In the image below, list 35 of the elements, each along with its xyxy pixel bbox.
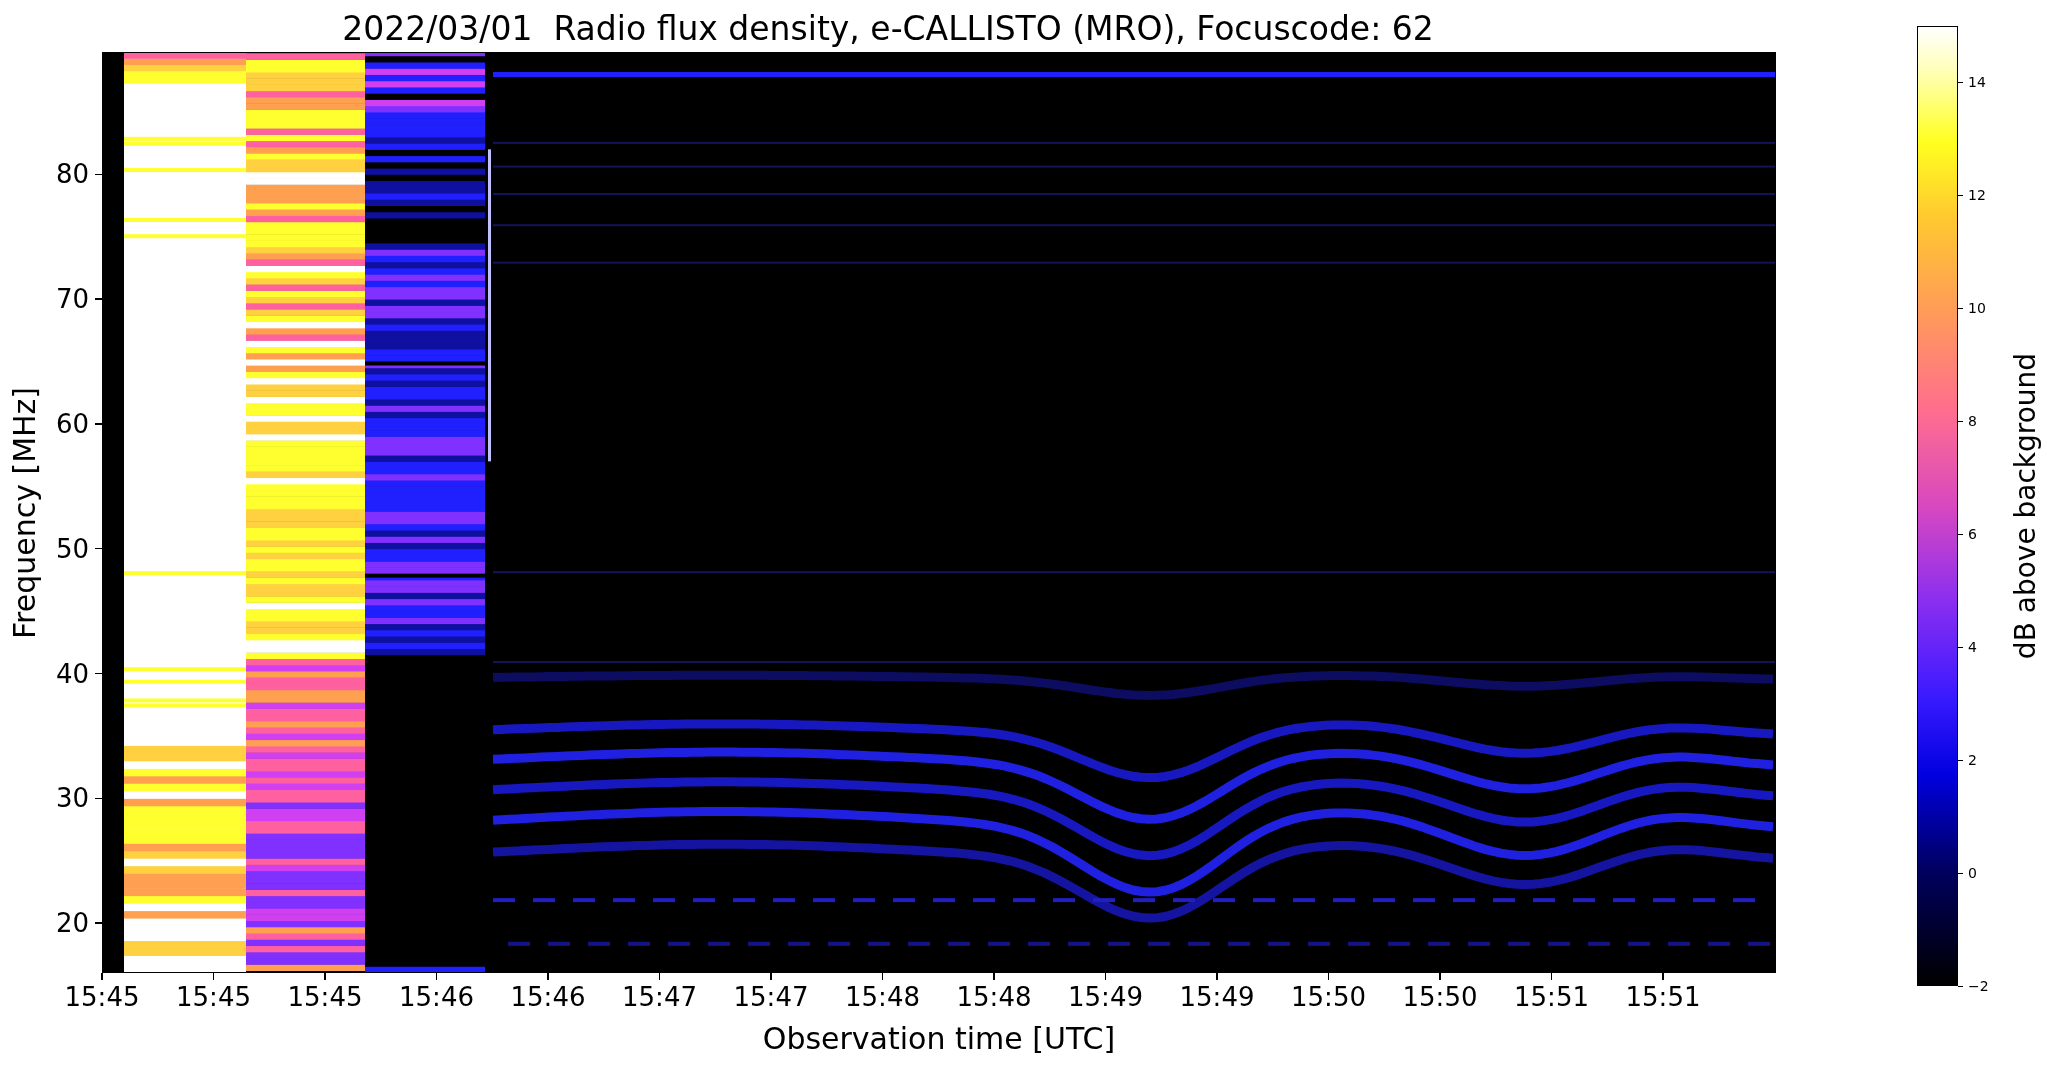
x-tick-label: 15:49 — [1068, 982, 1143, 1012]
colorbar-tick-label: 12 — [1968, 187, 1986, 203]
chart-title: 2022/03/01 Radio flux density, e-CALLISTO (MRO), Focuscode: 62 — [341, 7, 1435, 48]
x-tick-label: 15:51 — [1514, 982, 1589, 1012]
x-tick-label: 15:45 — [64, 982, 140, 1012]
x-tick-label: 15:51 — [1625, 982, 1701, 1012]
x-tick-label: 15:49 — [1179, 982, 1255, 1012]
x-axis-label: Observation time [UTC] — [761, 1021, 1117, 1058]
colorbar-tick-label: 8 — [1968, 413, 1977, 429]
colorbar-tick-label: 2 — [1968, 752, 1977, 768]
colorbar-tick-label: 10 — [1968, 300, 1986, 316]
y-tick-label: 30 — [55, 783, 89, 814]
y-axis-label: Frequency [MHz] — [6, 386, 42, 639]
colorbar-tick-label: 6 — [1968, 526, 1977, 542]
y-tick-label: 80 — [55, 159, 89, 190]
x-tick-label: 15:46 — [399, 982, 474, 1012]
colorbar-tick-label: 0 — [1968, 865, 1977, 881]
x-tick-label: 15:50 — [1402, 982, 1478, 1012]
x-tick-label: 15:46 — [510, 982, 586, 1012]
x-tick-label: 15:45 — [176, 982, 251, 1012]
colorbar-tick-label: −2 — [1968, 978, 1989, 994]
y-tick-label: 60 — [55, 408, 89, 439]
x-tick-label: 15:48 — [845, 982, 920, 1012]
colorbar-tick-label: 14 — [1968, 74, 1986, 90]
y-tick-label: 40 — [55, 658, 89, 689]
x-tick-label: 15:47 — [733, 982, 809, 1012]
colorbar-tick-label: 4 — [1968, 639, 1977, 655]
colorbar-label: dB above background — [2008, 352, 2042, 660]
y-tick-label: 70 — [55, 284, 89, 315]
x-tick-label: 15:45 — [287, 982, 363, 1012]
x-tick-label: 15:47 — [622, 982, 697, 1012]
y-tick-label: 20 — [55, 908, 89, 939]
x-tick-label: 15:48 — [956, 982, 1032, 1012]
y-tick-label: 50 — [55, 533, 89, 564]
x-tick-label: 15:50 — [1291, 982, 1366, 1012]
